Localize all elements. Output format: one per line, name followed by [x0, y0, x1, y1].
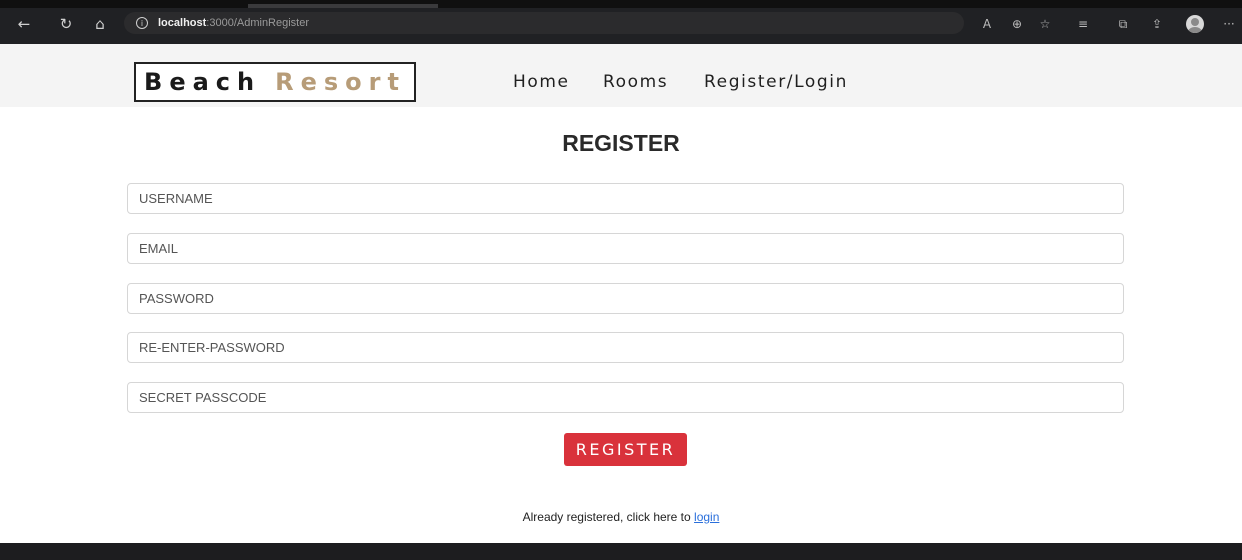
footer: [0, 543, 1242, 560]
collections-icon[interactable]: ⧉: [1114, 15, 1132, 33]
home-icon[interactable]: ⌂: [90, 14, 110, 34]
tab-strip: [0, 0, 1242, 8]
address-bar[interactable]: i localhost :3000/AdminRegister: [124, 12, 964, 34]
nav-link-home[interactable]: Home: [513, 72, 570, 92]
login-link[interactable]: login: [694, 510, 719, 524]
page-title: REGISTER: [562, 130, 680, 156]
profile-avatar[interactable]: [1186, 15, 1204, 33]
password-field[interactable]: [127, 283, 1124, 314]
username-field[interactable]: [127, 183, 1124, 214]
nav-link-rooms[interactable]: Rooms: [603, 72, 668, 92]
active-tab[interactable]: [248, 4, 438, 8]
back-icon[interactable]: ←: [14, 14, 34, 34]
register-button[interactable]: REGISTER: [564, 433, 687, 466]
more-icon[interactable]: ···: [1220, 15, 1238, 33]
browser-toolbar: ← ↻ ⌂ i localhost :3000/AdminRegister A …: [0, 0, 1242, 44]
brand-text-beach: Beach: [144, 68, 262, 96]
login-prompt: Already registered, click here to login: [0, 510, 1242, 524]
nav-link-register-login[interactable]: Register/Login: [704, 72, 848, 92]
email-field[interactable]: [127, 233, 1124, 264]
site-navbar: Beach Resort Home Rooms Register/Login: [0, 44, 1242, 107]
read-aloud-icon[interactable]: A: [978, 15, 996, 33]
favorite-add-icon[interactable]: ☆: [1036, 15, 1054, 33]
share-icon[interactable]: ⇪: [1148, 15, 1166, 33]
url-host: localhost: [158, 17, 207, 29]
zoom-icon[interactable]: ⊕: [1008, 15, 1026, 33]
brand-logo[interactable]: Beach Resort: [134, 62, 416, 102]
login-prompt-text: Already registered, click here to: [522, 510, 691, 524]
reenter-password-field[interactable]: [127, 332, 1124, 363]
refresh-icon[interactable]: ↻: [56, 14, 76, 34]
favorites-icon[interactable]: ≡: [1074, 15, 1092, 33]
secret-passcode-field[interactable]: [127, 382, 1124, 413]
brand-text-resort: Resort: [275, 68, 406, 96]
url-path: :3000/AdminRegister: [206, 17, 310, 29]
info-icon[interactable]: i: [136, 17, 148, 29]
